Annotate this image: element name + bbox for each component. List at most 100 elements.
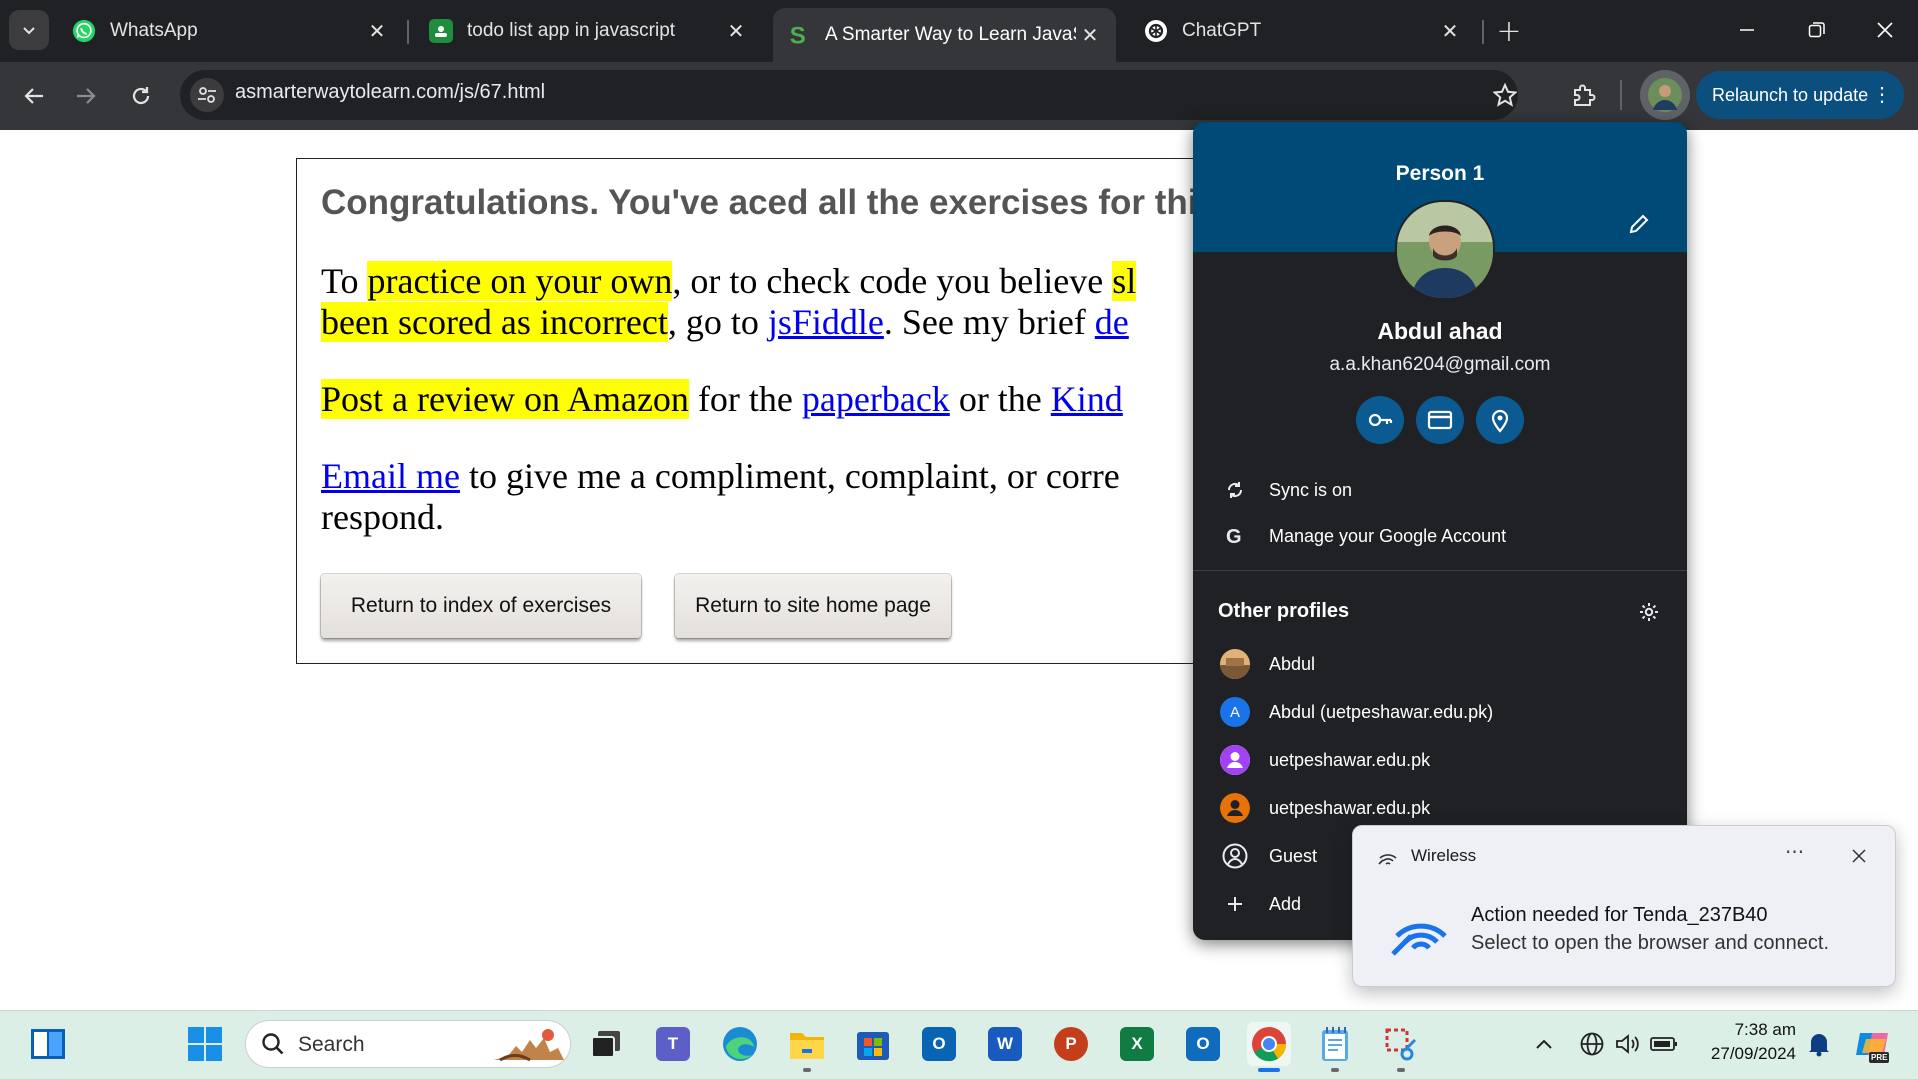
close-icon[interactable]: ✕ bbox=[1436, 17, 1464, 45]
guest-label: Guest bbox=[1269, 845, 1318, 866]
edge-icon bbox=[723, 1027, 757, 1061]
tab-search-button[interactable] bbox=[9, 10, 49, 50]
tab-separator bbox=[407, 20, 409, 44]
clock-time[interactable]: 7:38 am bbox=[1716, 1020, 1796, 1040]
clock-date[interactable]: 27/09/2024 bbox=[1696, 1044, 1796, 1064]
search-placeholder: Search bbox=[298, 1033, 365, 1056]
excel-icon: X bbox=[1120, 1027, 1154, 1061]
excel-button[interactable]: X bbox=[1115, 1022, 1159, 1066]
minimize-button[interactable] bbox=[1712, 0, 1782, 60]
bell-icon bbox=[1809, 1034, 1829, 1057]
profile-menu: Person 1 Abdul ahad a.a.khan6204@gmail.c… bbox=[1193, 122, 1687, 940]
return-to-home-button[interactable]: Return to site home page bbox=[675, 574, 951, 638]
restore-button[interactable] bbox=[1782, 0, 1852, 60]
payment-methods-button[interactable] bbox=[1416, 396, 1464, 444]
highlight: been scored as incorrect bbox=[321, 302, 668, 342]
back-button[interactable] bbox=[14, 76, 54, 116]
relaunch-to-update-button[interactable]: Relaunch to update ⋮ bbox=[1696, 71, 1904, 119]
notepad-button[interactable] bbox=[1313, 1022, 1357, 1066]
highlight: sl bbox=[1112, 261, 1137, 301]
file-explorer-button[interactable] bbox=[785, 1022, 829, 1066]
edit-profile-button[interactable] bbox=[1621, 206, 1657, 242]
demo-link[interactable]: de bbox=[1095, 302, 1129, 342]
battery-button[interactable] bbox=[1642, 1022, 1686, 1066]
url-text[interactable]: asmarterwaytolearn.com/js/67.html bbox=[235, 81, 545, 104]
show-hidden-icons-button[interactable] bbox=[1522, 1022, 1566, 1066]
passwords-button[interactable] bbox=[1356, 396, 1404, 444]
kindle-link[interactable]: Kind bbox=[1051, 379, 1123, 419]
whatsapp-icon bbox=[72, 19, 96, 43]
text: , or to check code you believe bbox=[672, 261, 1113, 301]
profile-button[interactable] bbox=[1640, 70, 1690, 120]
avatar bbox=[1220, 649, 1250, 679]
chevron-down-icon bbox=[23, 27, 35, 35]
more-vert-icon[interactable]: ⋮ bbox=[1872, 83, 1892, 107]
profile-label: Abdul (uetpeshawar.edu.pk) bbox=[1269, 701, 1494, 722]
email-me-link[interactable]: Email me bbox=[321, 456, 460, 496]
manage-profiles-button[interactable] bbox=[1633, 596, 1665, 628]
teams-button[interactable]: T bbox=[651, 1022, 695, 1066]
bookmark-star-button[interactable] bbox=[1488, 78, 1522, 112]
word-button[interactable]: W bbox=[983, 1022, 1027, 1066]
store-icon bbox=[857, 1032, 889, 1060]
wireless-notification[interactable]: Wireless ··· Action needed for Tenda_237… bbox=[1352, 825, 1896, 987]
forward-arrow-icon bbox=[77, 88, 96, 104]
widgets-button[interactable] bbox=[26, 1022, 70, 1066]
paperback-link[interactable]: paperback bbox=[802, 379, 950, 419]
close-icon[interactable]: ✕ bbox=[722, 17, 750, 45]
tab-todo[interactable]: todo list app in javascript ✕ bbox=[415, 8, 762, 54]
outlook-icon: O bbox=[922, 1027, 956, 1061]
forward-button[interactable] bbox=[66, 76, 106, 116]
tune-icon bbox=[198, 87, 216, 103]
copilot-button[interactable]: PRE bbox=[1851, 1022, 1895, 1066]
person-avatar-icon bbox=[1220, 793, 1250, 823]
outlook-button[interactable]: O bbox=[1181, 1022, 1225, 1066]
location-pin-icon bbox=[1491, 409, 1509, 433]
new-tab-button[interactable]: + bbox=[1492, 14, 1526, 49]
snipping-tool-button[interactable] bbox=[1379, 1022, 1423, 1066]
text: To bbox=[321, 261, 368, 301]
text: to give me a compliment, complaint, or c… bbox=[459, 456, 1120, 496]
site-info-button[interactable] bbox=[190, 78, 224, 112]
edge-button[interactable] bbox=[718, 1022, 762, 1066]
jsfiddle-link[interactable]: jsFiddle bbox=[768, 302, 884, 342]
guest-icon bbox=[1217, 838, 1253, 874]
return-to-index-button[interactable]: Return to index of exercises bbox=[321, 574, 641, 638]
text: for the bbox=[688, 379, 802, 419]
other-profiles-heading: Other profiles bbox=[1218, 600, 1350, 622]
tab-smarter-way[interactable]: S A Smarter Way to Learn JavaScr ✕ bbox=[773, 8, 1116, 62]
avatar: A bbox=[1220, 697, 1250, 727]
manage-google-account-row[interactable]: G Manage your Google Account bbox=[1193, 514, 1687, 558]
tab-title: A Smarter Way to Learn JavaScr bbox=[825, 24, 1076, 45]
notifications-button[interactable] bbox=[1797, 1022, 1841, 1066]
more-options-icon[interactable]: ··· bbox=[1785, 840, 1804, 864]
notification-app-name: Wireless bbox=[1411, 846, 1477, 865]
powerpoint-button[interactable]: P bbox=[1049, 1022, 1093, 1066]
profile-item[interactable]: A Abdul (uetpeshawar.edu.pk) bbox=[1193, 690, 1687, 734]
close-icon[interactable]: ✕ bbox=[363, 17, 391, 45]
close-window-button[interactable] bbox=[1850, 0, 1918, 60]
reload-button[interactable] bbox=[121, 76, 161, 116]
profile-item[interactable]: uetpeshawar.edu.pk bbox=[1193, 786, 1687, 830]
email-paragraph: Email me to give me a compliment, compla… bbox=[321, 456, 1120, 538]
profile-item[interactable]: Abdul bbox=[1193, 642, 1687, 686]
highlight: Post a review on Amazon bbox=[321, 379, 689, 419]
profile-name: Abdul ahad bbox=[1377, 318, 1503, 344]
credit-card-icon bbox=[1427, 410, 1453, 430]
tab-chatgpt[interactable]: ChatGPT ✕ bbox=[1130, 8, 1476, 54]
relaunch-label: Relaunch to update bbox=[1712, 84, 1869, 105]
profile-item[interactable]: uetpeshawar.edu.pk bbox=[1193, 738, 1687, 782]
sync-status-row[interactable]: Sync is on bbox=[1193, 468, 1687, 512]
task-view-button[interactable] bbox=[584, 1022, 628, 1066]
close-notification-button[interactable] bbox=[1845, 842, 1873, 870]
close-icon[interactable]: ✕ bbox=[1076, 21, 1104, 49]
store-button[interactable] bbox=[851, 1022, 895, 1066]
profile-label: uetpeshawar.edu.pk bbox=[1269, 797, 1431, 818]
tab-whatsapp[interactable]: WhatsApp ✕ bbox=[58, 8, 403, 54]
start-button[interactable] bbox=[183, 1022, 227, 1066]
chrome-button[interactable] bbox=[1247, 1022, 1291, 1066]
outlook-classic-button[interactable]: O bbox=[917, 1022, 961, 1066]
addresses-button[interactable] bbox=[1476, 396, 1524, 444]
extensions-button[interactable] bbox=[1564, 75, 1604, 115]
teams-icon: T bbox=[656, 1027, 690, 1061]
